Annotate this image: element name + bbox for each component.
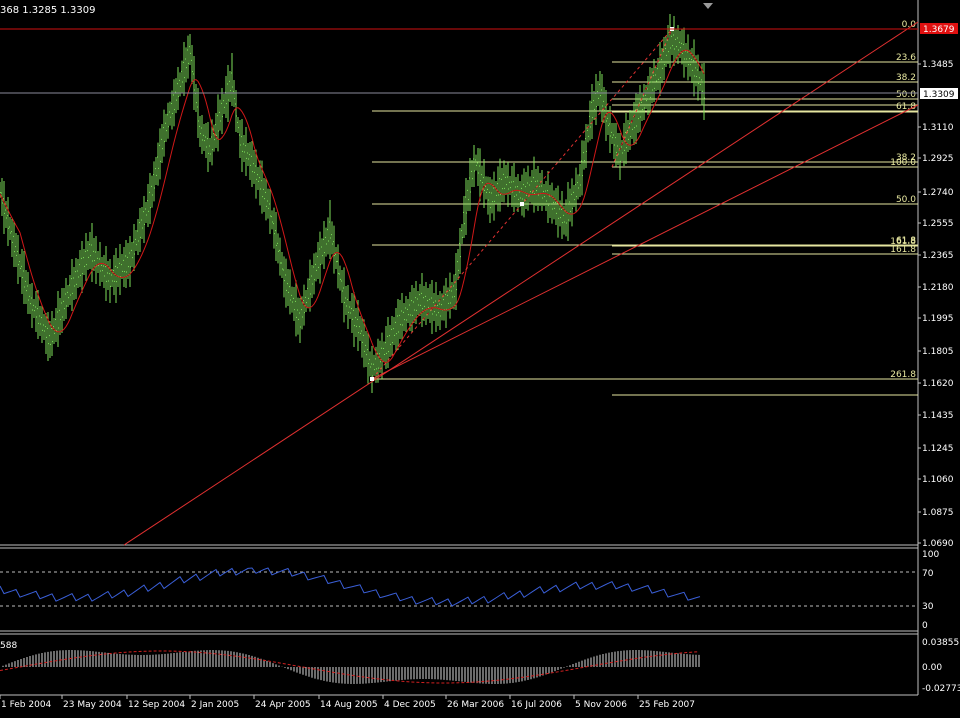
price-tag-high-label: 1.3679 bbox=[923, 25, 955, 35]
time-tick-label: 5 Nov 2006 bbox=[575, 700, 627, 710]
anchor-handle[interactable] bbox=[370, 377, 374, 381]
price-tick-label: 1.2365 bbox=[922, 251, 954, 261]
price-tick-label: 1.2740 bbox=[922, 188, 954, 198]
rsi-pane: 100 70 30 0 bbox=[0, 550, 939, 631]
time-tick-label: 4 Dec 2005 bbox=[384, 700, 436, 710]
macd-histogram bbox=[2, 650, 700, 684]
price-tick-label: 1.1995 bbox=[922, 314, 954, 324]
rsi-axis-100: 100 bbox=[922, 550, 939, 560]
ohlc-readout: 368 1.3285 1.3309 bbox=[0, 5, 95, 16]
rsi-line bbox=[0, 567, 701, 607]
rsi-axis-0: 0 bbox=[922, 621, 928, 631]
macd-axis-zero: 0.00 bbox=[922, 663, 942, 673]
time-axis: 1 Feb 2004 23 May 2004 12 Sep 2004 2 Jan 20… bbox=[0, 695, 695, 710]
price-tick-label: 1.0690 bbox=[922, 539, 954, 549]
fib-label: 38.2 bbox=[896, 153, 916, 163]
price-level-lines bbox=[0, 28, 918, 94]
macd-value-label: 588 bbox=[0, 641, 17, 651]
fib-label: 161.8 bbox=[890, 245, 916, 255]
price-tick-label: 1.1245 bbox=[922, 444, 954, 454]
price-tick-label: 1.2925 bbox=[922, 154, 954, 164]
rsi-axis-30: 30 bbox=[922, 602, 934, 612]
trend-line-channel[interactable] bbox=[371, 104, 919, 380]
trading-chart-window[interactable]: 368 1.3285 1.3309 0.0 23.6 38.2 50.0 61.8 100… bbox=[0, 0, 960, 714]
fib-label: 261.8 bbox=[890, 370, 916, 380]
price-tick-label: 1.2180 bbox=[922, 283, 954, 293]
price-tick-label: 1.1620 bbox=[922, 379, 954, 389]
chart-frame bbox=[0, 0, 919, 696]
trend-line-main[interactable] bbox=[123, 21, 919, 546]
time-tick-label: 14 Aug 2005 bbox=[320, 700, 378, 710]
macd-axis-bottom: -0.02773 bbox=[922, 684, 960, 694]
macd-axis-top: 0.03855 bbox=[922, 638, 959, 648]
trend-lines[interactable] bbox=[123, 21, 919, 546]
price-tick-label: 1.3485 bbox=[922, 60, 954, 70]
price-tick-label: 1.1805 bbox=[922, 347, 954, 357]
time-tick-label: 16 Jul 2006 bbox=[511, 700, 562, 710]
price-tick-label: 1.1060 bbox=[922, 475, 954, 485]
fib-label: 50.0 bbox=[896, 90, 916, 100]
time-tick-label: 25 Feb 2007 bbox=[639, 700, 695, 710]
price-tick-label: 1.1435 bbox=[922, 411, 954, 421]
price-axis: 1.3485 1.3110 1.2925 1.2740 1.2555 1.2365 1.21… bbox=[918, 60, 954, 549]
price-tick-label: 1.0875 bbox=[922, 508, 954, 518]
price-tick-label: 1.2555 bbox=[922, 219, 954, 229]
time-tick-label: 26 Mar 2006 bbox=[447, 700, 504, 710]
time-tick-label: 2 Jan 2005 bbox=[191, 700, 239, 710]
anchor-handle[interactable] bbox=[520, 202, 524, 206]
macd-pane: 588 0.03855 0.00 -0.02773 bbox=[0, 638, 960, 694]
price-tick-label: 1.3110 bbox=[922, 123, 954, 133]
chart-shift-marker-icon[interactable] bbox=[703, 3, 713, 9]
fib-label: 38.2 bbox=[896, 73, 916, 83]
time-tick-label: 12 Sep 2004 bbox=[128, 700, 185, 710]
time-tick-label: 24 Apr 2005 bbox=[255, 700, 311, 710]
fib-label: 50.0 bbox=[896, 195, 916, 205]
price-tag-high: 1.3679 bbox=[920, 23, 958, 35]
price-tag-current: 1.3309 bbox=[920, 88, 958, 100]
price-tag-current-label: 1.3309 bbox=[923, 90, 955, 100]
time-tick-label: 23 May 2004 bbox=[63, 700, 122, 710]
rsi-axis-70: 70 bbox=[922, 569, 934, 579]
fib-label: 23.6 bbox=[896, 53, 916, 63]
time-tick-label: 1 Feb 2004 bbox=[1, 700, 52, 710]
